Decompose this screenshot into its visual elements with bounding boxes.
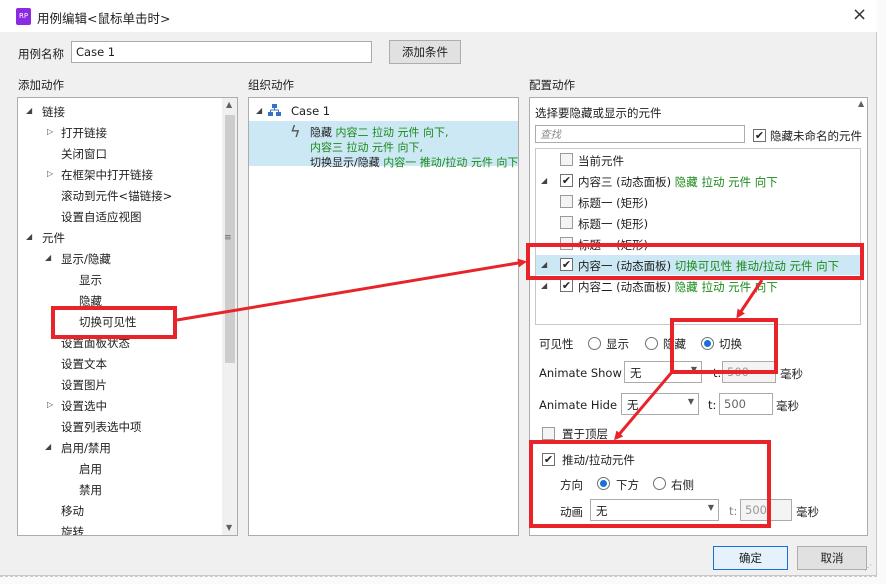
annotation-arrow — [176, 258, 527, 322]
annotation-arrow — [614, 371, 674, 441]
annotation-arrows — [176, 258, 764, 441]
annotation-arrow — [736, 279, 764, 319]
